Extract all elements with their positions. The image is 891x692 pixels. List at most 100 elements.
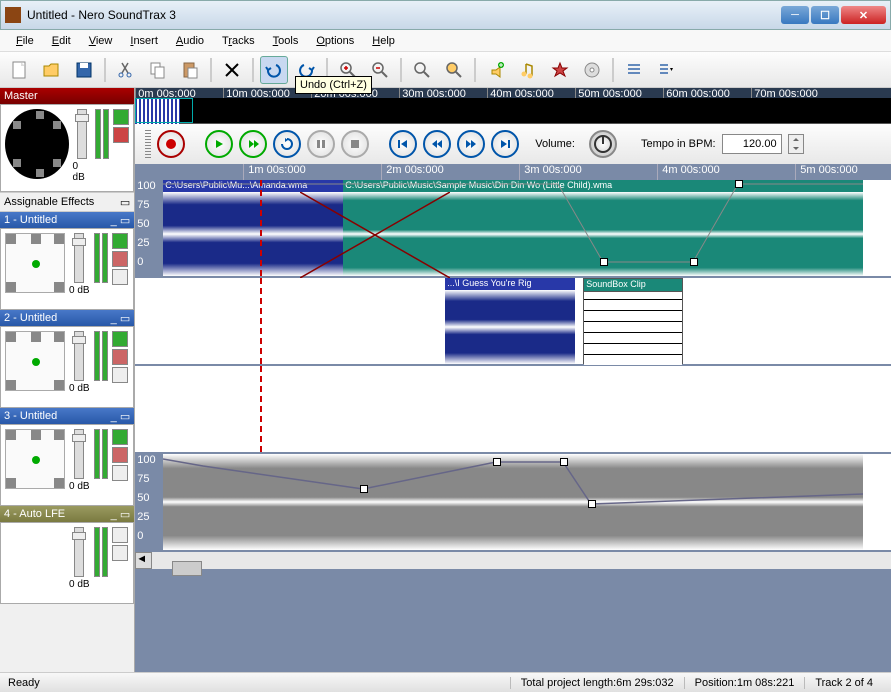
transport-grip[interactable] bbox=[145, 130, 151, 158]
track-lane-3[interactable] bbox=[135, 366, 891, 454]
track-3-panner[interactable] bbox=[5, 429, 65, 489]
envelope-handle[interactable] bbox=[735, 180, 743, 188]
track-4-fader[interactable] bbox=[74, 527, 84, 577]
track-1-header[interactable]: 1 - Untitled _ ▭ bbox=[0, 212, 134, 228]
skip-start-button[interactable] bbox=[389, 130, 417, 158]
save-button[interactable] bbox=[70, 56, 98, 84]
clip-soundbox[interactable]: SoundBox Clip bbox=[583, 278, 683, 364]
list-button[interactable] bbox=[620, 56, 648, 84]
open-button[interactable] bbox=[38, 56, 66, 84]
delete-button[interactable] bbox=[218, 56, 246, 84]
close-button[interactable]: ✕ bbox=[841, 6, 886, 24]
zoom-full-button[interactable] bbox=[440, 56, 468, 84]
maximize-button[interactable]: ☐ bbox=[811, 6, 839, 24]
record-button[interactable] bbox=[157, 130, 185, 158]
undo-tooltip: Undo (Ctrl+Z) bbox=[295, 76, 372, 94]
new-button[interactable] bbox=[6, 56, 34, 84]
skip-end-button[interactable] bbox=[491, 130, 519, 158]
bpm-spinner[interactable] bbox=[788, 134, 804, 154]
transport-bar: Volume: Tempo in BPM: bbox=[135, 124, 891, 164]
track-lane-4[interactable]: 1007550250 bbox=[135, 454, 891, 552]
status-track: Track 2 of 4 bbox=[804, 677, 883, 689]
audio-note-button[interactable] bbox=[514, 56, 542, 84]
toolbar bbox=[0, 52, 891, 88]
play-loop-button[interactable] bbox=[239, 130, 267, 158]
track-1-mute-btn[interactable] bbox=[112, 251, 128, 267]
tempo-label: Tempo in BPM: bbox=[641, 138, 716, 150]
minimize-button[interactable]: ─ bbox=[781, 6, 809, 24]
track-1-fader[interactable] bbox=[74, 233, 84, 283]
menu-tools[interactable]: Tools bbox=[265, 33, 307, 49]
track-minimize-icon[interactable]: _ bbox=[111, 215, 117, 227]
horizontal-scrollbar[interactable]: ◄ ► bbox=[135, 552, 891, 569]
track-4-panel: 0 dB bbox=[0, 522, 134, 604]
clip-iguess[interactable]: ...\I Guess You're Rig bbox=[445, 278, 575, 364]
menu-view[interactable]: View bbox=[81, 33, 121, 49]
time-ruler[interactable]: 1m 00s:000 2m 00s:000 3m 00s:000 4m 00s:… bbox=[135, 164, 891, 180]
paste-button[interactable] bbox=[176, 56, 204, 84]
list-dropdown-button[interactable] bbox=[652, 56, 680, 84]
track-close-icon[interactable]: ▭ bbox=[120, 215, 130, 227]
track-lane-1[interactable]: 1007550250 C:\Users\Public\Mu...\Amanda.… bbox=[135, 180, 891, 278]
track-2-fader[interactable] bbox=[74, 331, 84, 381]
track-1-play-btn[interactable] bbox=[112, 233, 128, 249]
envelope-handle[interactable] bbox=[588, 500, 596, 508]
track-4-header[interactable]: 4 - Auto LFE _ ▭ bbox=[0, 506, 134, 522]
bpm-input[interactable] bbox=[722, 134, 782, 154]
master-db-label: 0 dB bbox=[73, 161, 92, 183]
track-1-panner[interactable] bbox=[5, 233, 65, 293]
copy-button[interactable] bbox=[144, 56, 172, 84]
right-panel: 0m 00s:000 10m 00s:000 20m 00s:000 30m 0… bbox=[135, 88, 891, 672]
left-panel: Master 0 dB Assignable E bbox=[0, 88, 135, 672]
envelope-handle[interactable] bbox=[493, 458, 501, 466]
zoom-selection-button[interactable] bbox=[408, 56, 436, 84]
track-area: 1m 00s:000 2m 00s:000 3m 00s:000 4m 00s:… bbox=[135, 164, 891, 672]
envelope-handle[interactable] bbox=[560, 458, 568, 466]
menu-options[interactable]: Options bbox=[308, 33, 362, 49]
clip-amanda[interactable]: C:\Users\Public\Mu...\Amanda.wma bbox=[163, 180, 343, 276]
track-1-solo-btn[interactable] bbox=[112, 269, 128, 285]
envelope-handle[interactable] bbox=[690, 258, 698, 266]
forward-button[interactable] bbox=[457, 130, 485, 158]
stop-button[interactable] bbox=[341, 130, 369, 158]
rewind-button[interactable] bbox=[423, 130, 451, 158]
menu-help[interactable]: Help bbox=[364, 33, 403, 49]
effects-button[interactable] bbox=[546, 56, 574, 84]
pause-button[interactable] bbox=[307, 130, 335, 158]
undo-button[interactable] bbox=[260, 56, 288, 84]
effects-header: Assignable Effects ▭ bbox=[0, 192, 134, 212]
envelope-handle[interactable] bbox=[360, 485, 368, 493]
scroll-left-button[interactable]: ◄ bbox=[135, 552, 152, 569]
effects-toggle-icon[interactable]: ▭ bbox=[120, 196, 130, 209]
volume-label: Volume: bbox=[535, 138, 575, 150]
cut-button[interactable] bbox=[112, 56, 140, 84]
master-meters bbox=[95, 109, 109, 187]
menu-edit[interactable]: Edit bbox=[44, 33, 79, 49]
loop-button[interactable] bbox=[273, 130, 301, 158]
statusbar: Ready Total project length:6m 29s:032 Po… bbox=[0, 672, 891, 692]
playhead[interactable] bbox=[260, 180, 262, 276]
surround-visualizer[interactable] bbox=[5, 109, 69, 179]
menu-audio[interactable]: Audio bbox=[168, 33, 212, 49]
track-2-header[interactable]: 2 - Untitled _ ▭ bbox=[0, 310, 134, 326]
volume-knob[interactable] bbox=[589, 130, 617, 158]
menu-insert[interactable]: Insert bbox=[122, 33, 166, 49]
add-audio-button[interactable] bbox=[482, 56, 510, 84]
track-lane-2[interactable]: ...\I Guess You're Rig SoundBox Clip bbox=[135, 278, 891, 366]
track-2-panner[interactable] bbox=[5, 331, 65, 391]
overview-viewport[interactable] bbox=[135, 98, 193, 123]
scroll-thumb[interactable] bbox=[172, 561, 202, 576]
menu-tracks[interactable]: Tracks bbox=[214, 33, 263, 49]
cd-button[interactable] bbox=[578, 56, 606, 84]
overview-timeline[interactable]: 0m 00s:000 10m 00s:000 20m 00s:000 30m 0… bbox=[135, 88, 891, 124]
clip-lfe[interactable] bbox=[163, 454, 863, 550]
menu-file[interactable]: File bbox=[8, 33, 42, 49]
track-3-header[interactable]: 3 - Untitled _ ▭ bbox=[0, 408, 134, 424]
track-3-fader[interactable] bbox=[74, 429, 84, 479]
master-btn-2[interactable] bbox=[113, 127, 129, 143]
envelope-handle[interactable] bbox=[600, 258, 608, 266]
master-fader[interactable] bbox=[77, 109, 87, 159]
master-btn-1[interactable] bbox=[113, 109, 129, 125]
master-panel: 0 dB bbox=[0, 104, 134, 192]
play-button[interactable] bbox=[205, 130, 233, 158]
